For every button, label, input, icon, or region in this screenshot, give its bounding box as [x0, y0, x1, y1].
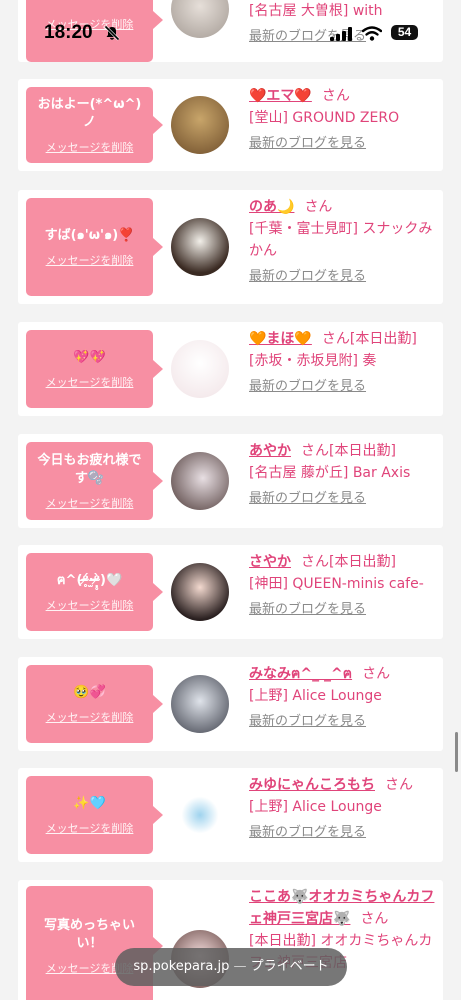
- delete-message-link[interactable]: メッセージを削除: [46, 16, 134, 32]
- latest-blog-link[interactable]: 最新のブログを見る: [249, 26, 366, 48]
- message-text: 🥹💞: [73, 684, 106, 700]
- cast-name-link[interactable]: さやか: [249, 554, 291, 570]
- message-card: ✨🩵 メッセージを削除 みゆにゃんころもち さん [上野] Alice Loung…: [18, 768, 443, 862]
- url-domain: sp.pokepara.jp: [133, 959, 230, 974]
- cast-name-link[interactable]: ❤️エマ❤️: [249, 88, 312, 104]
- cast-name-link[interactable]: ここあ🐺オオカミちゃんカフェ神戸三宮店🐺: [249, 889, 434, 927]
- latest-blog-link[interactable]: 最新のブログを見る: [249, 599, 366, 621]
- cast-name-link[interactable]: 🧡まほ🧡: [249, 331, 312, 347]
- message-bubble: ✨🩵 メッセージを削除: [26, 776, 163, 854]
- honorific: さん: [301, 554, 329, 570]
- delete-message-link[interactable]: メッセージを削除: [46, 820, 134, 836]
- shop-name[interactable]: [名古屋 大曽根] with: [249, 3, 383, 19]
- latest-blog-link[interactable]: 最新のブログを見る: [249, 376, 366, 398]
- honorific: さん: [360, 911, 389, 927]
- cast-avatar[interactable]: [171, 563, 229, 621]
- message-text: おはよー(*^ω^)ノ: [37, 96, 142, 130]
- message-card: 💖💖 メッセージを削除 🧡まほ🧡 さん[本日出勤] [赤坂・赤坂見附] 奏 最新の…: [18, 322, 443, 416]
- message-bubble: すば(๑'ω'๑)❣️ メッセージを削除: [26, 198, 163, 296]
- url-separator: —: [233, 959, 247, 974]
- latest-blog-link[interactable]: 最新のブログを見る: [249, 133, 366, 155]
- honorific: さん: [321, 88, 350, 104]
- message-card: 今日もお疲れ様です🫧 メッセージを削除 あやか さん[本日出勤] [名古屋 藤が丘…: [18, 434, 443, 528]
- message-bubble: 今日もお疲れ様です🫧 メッセージを削除: [26, 442, 163, 520]
- shift-badge: [本日出勤]: [329, 443, 396, 459]
- message-text: ✨🩵: [73, 795, 106, 811]
- shop-name[interactable]: [名古屋 藤が丘] Bar Axis: [249, 465, 410, 481]
- cast-info: みゆにゃんころもち さん [上野] Alice Lounge 最新のブログを見る: [249, 774, 435, 844]
- message-card: ฅ^(ᵒ̴̶̷̥́·̫ᵒ̴̶̷̣̥̀)🤍 メッセージを削除 さやか さん[本日出勤…: [18, 545, 443, 639]
- shift-badge: [本日出勤]: [349, 331, 417, 347]
- cast-info: のあ🌙 さん [千葉・富士見町] スナックみかん 最新のブログを見る: [249, 196, 435, 288]
- shop-name[interactable]: [上野] Alice Lounge: [249, 799, 382, 815]
- cast-avatar[interactable]: [171, 452, 229, 510]
- cast-avatar[interactable]: [171, 340, 229, 398]
- cast-name-link[interactable]: あやか: [249, 443, 291, 459]
- cast-avatar[interactable]: [171, 218, 229, 276]
- delete-message-link[interactable]: メッセージを削除: [46, 597, 134, 613]
- cast-info: [名古屋 大曽根] with 最新のブログを見る: [249, 0, 435, 48]
- message-card: メッセージを削除 [名古屋 大曽根] with 最新のブログを見る: [18, 0, 443, 62]
- shop-name[interactable]: [堂山] GROUND ZERO: [249, 110, 399, 126]
- delete-message-link[interactable]: メッセージを削除: [46, 709, 134, 725]
- delete-message-link[interactable]: メッセージを削除: [46, 374, 134, 390]
- cast-info: みなみฅ^_ _^ฅ さん [上野] Alice Lounge 最新のブログを見る: [249, 663, 435, 733]
- honorific: さん: [321, 331, 350, 347]
- delete-message-link[interactable]: メッセージを削除: [46, 252, 134, 268]
- message-bubble: ฅ^(ᵒ̴̶̷̥́·̫ᵒ̴̶̷̣̥̀)🤍 メッセージを削除: [26, 553, 163, 631]
- cast-name-link[interactable]: のあ🌙: [249, 199, 294, 215]
- message-bubble: おはよー(*^ω^)ノ メッセージを削除: [26, 87, 163, 163]
- cast-name-link[interactable]: みゆにゃんころもち: [249, 777, 375, 793]
- message-bubble: 💖💖 メッセージを削除: [26, 330, 163, 408]
- message-card: 🥹💞 メッセージを削除 みなみฅ^_ _^ฅ さん [上野] Alice Loun…: [18, 657, 443, 751]
- private-mode-label: プライベート: [250, 959, 329, 974]
- latest-blog-link[interactable]: 最新のブログを見る: [249, 711, 366, 733]
- message-text: 写真めっちゃいい！: [43, 917, 135, 951]
- honorific: さん: [385, 777, 413, 793]
- honorific: さん: [304, 199, 333, 215]
- cast-name-link[interactable]: みなみฅ^_ _^ฅ: [249, 666, 352, 682]
- message-list: メッセージを削除 [名古屋 大曽根] with 最新のブログを見る おはよー(*…: [0, 0, 461, 1000]
- message-text: ฅ^(ᵒ̴̶̷̥́·̫ᵒ̴̶̷̣̥̀)🤍: [56, 572, 123, 588]
- honorific: さん: [301, 443, 329, 459]
- delete-message-link[interactable]: メッセージを削除: [46, 139, 134, 155]
- shop-name[interactable]: [赤坂・赤坂見附] 奏: [249, 353, 376, 369]
- latest-blog-link[interactable]: 最新のブログを見る: [249, 488, 366, 510]
- message-card: おはよー(*^ω^)ノ メッセージを削除 ❤️エマ❤️ さん [堂山] GROUN…: [18, 79, 443, 171]
- message-text: 💖💖: [73, 349, 106, 365]
- cast-avatar[interactable]: [171, 0, 229, 38]
- latest-blog-link[interactable]: 最新のブログを見る: [249, 822, 366, 844]
- cast-avatar[interactable]: [171, 96, 229, 154]
- message-bubble: メッセージを削除: [26, 0, 163, 62]
- message-card: すば(๑'ω'๑)❣️ メッセージを削除 のあ🌙 さん [千葉・富士見町] スナッ…: [18, 190, 443, 304]
- cast-info: 🧡まほ🧡 さん[本日出勤] [赤坂・赤坂見附] 奏 最新のブログを見る: [249, 328, 435, 398]
- shift-badge: [本日出勤]: [329, 554, 396, 570]
- message-text: 今日もお疲れ様です🫧: [37, 452, 142, 486]
- scrollbar[interactable]: [455, 732, 458, 772]
- cast-info: さやか さん[本日出勤] [神田] QUEEN-minis cafe- 最新のブロ…: [249, 551, 435, 621]
- shop-name[interactable]: [神田] QUEEN-minis cafe-: [249, 576, 424, 592]
- shop-name[interactable]: [上野] Alice Lounge: [249, 688, 382, 704]
- latest-blog-link[interactable]: 最新のブログを見る: [249, 266, 366, 288]
- cast-avatar[interactable]: [171, 675, 229, 733]
- cast-info: ❤️エマ❤️ さん [堂山] GROUND ZERO 最新のブログを見る: [249, 85, 435, 155]
- shop-name[interactable]: [千葉・富士見町] スナックみかん: [249, 221, 432, 259]
- message-bubble: 🥹💞 メッセージを削除: [26, 665, 163, 743]
- delete-message-link[interactable]: メッセージを削除: [46, 495, 134, 511]
- message-text: すば(๑'ω'๑)❣️: [44, 227, 135, 243]
- browser-address-bar[interactable]: sp.pokepara.jp — プライベート: [115, 948, 347, 986]
- honorific: さん: [362, 666, 391, 682]
- cast-info: あやか さん[本日出勤] [名古屋 藤が丘] Bar Axis 最新のブログを見る: [249, 440, 435, 510]
- cast-avatar[interactable]: [171, 786, 229, 844]
